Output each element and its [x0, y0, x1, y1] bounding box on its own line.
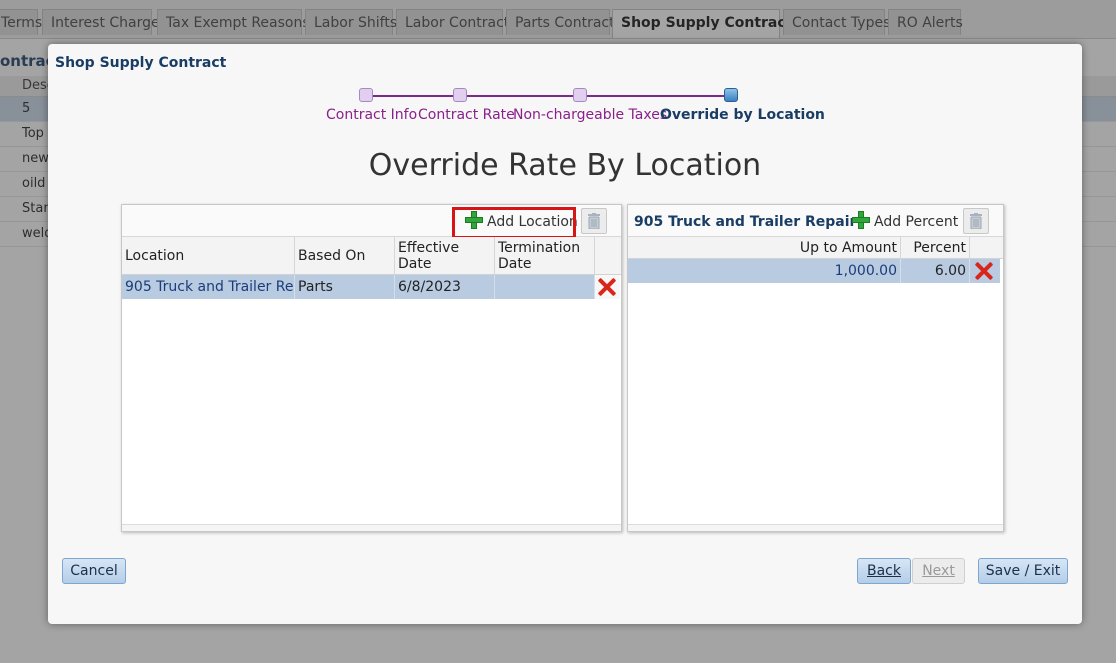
highlight-box: [452, 207, 576, 239]
column-header-based-on[interactable]: Based On: [295, 237, 395, 274]
plus-icon: [852, 211, 870, 229]
next-button[interactable]: Next: [912, 558, 965, 584]
save-exit-button[interactable]: Save / Exit: [978, 558, 1068, 584]
step-contract-info[interactable]: Contract Info: [326, 107, 417, 123]
rate-panel-toolbar: 905 Truck and Trailer Repair Add Percent: [628, 205, 1003, 237]
row-actions-cell: [595, 275, 620, 299]
table-row[interactable]: 905 Truck and Trailer Re... Parts 6/8/20…: [122, 275, 620, 299]
cancel-button[interactable]: Cancel: [62, 558, 126, 584]
add-percent-label: Add Percent: [874, 214, 959, 230]
based-on-cell[interactable]: Parts: [295, 275, 395, 299]
step-contract-rate-marker[interactable]: [453, 88, 467, 102]
back-button-label: Back: [867, 563, 901, 579]
rate-panel-title: 905 Truck and Trailer Repair: [634, 214, 857, 230]
location-grid-header: Location Based On Effective Date Termina…: [122, 237, 621, 275]
delete-percent-button[interactable]: [963, 208, 989, 234]
termination-date-cell[interactable]: [495, 275, 595, 299]
delete-row-icon[interactable]: [975, 262, 993, 280]
rate-grid-header: Up to Amount Percent: [628, 237, 1003, 259]
step-override-by-location[interactable]: Override by Location: [660, 107, 825, 123]
column-header-up-to-amount[interactable]: Up to Amount: [628, 237, 901, 258]
percent-cell[interactable]: 6.00: [901, 259, 970, 283]
location-panel-footer: [122, 524, 621, 531]
step-non-chargeable-taxes-marker[interactable]: [573, 88, 587, 102]
column-header-location[interactable]: Location: [122, 237, 295, 274]
step-non-chargeable-taxes[interactable]: Non-chargeable Taxes: [513, 107, 667, 123]
step-contract-info-marker[interactable]: [359, 88, 373, 102]
delete-row-icon[interactable]: [598, 278, 616, 296]
shop-supply-contract-dialog: Shop Supply Contract Contract Info Contr…: [48, 44, 1082, 624]
page-heading: Override Rate By Location: [368, 148, 762, 183]
location-panel-toolbar: Add Location: [122, 205, 621, 239]
add-percent-button[interactable]: Add Percent: [852, 210, 958, 234]
column-header-percent[interactable]: Percent: [901, 237, 970, 258]
back-button[interactable]: Back: [857, 558, 911, 584]
up-to-amount-cell[interactable]: 1,000.00: [628, 259, 901, 283]
row-actions-cell: [970, 259, 1000, 283]
step-contract-rate[interactable]: Contract Rate: [418, 107, 515, 123]
column-header-termination-date[interactable]: Termination Date: [495, 237, 595, 274]
column-header-actions: [595, 237, 620, 274]
column-header-effective-date[interactable]: Effective Date: [395, 237, 495, 274]
trash-icon: [970, 213, 982, 229]
trash-icon: [588, 213, 600, 229]
rate-panel-footer: [628, 524, 1003, 531]
location-cell[interactable]: 905 Truck and Trailer Re...: [122, 275, 295, 299]
effective-date-cell[interactable]: 6/8/2023: [395, 275, 495, 299]
rate-override-panel: 905 Truck and Trailer Repair Add Percent…: [627, 204, 1004, 532]
step-override-by-location-marker[interactable]: [724, 88, 738, 102]
column-header-actions: [970, 237, 1000, 258]
dialog-title: Shop Supply Contract: [55, 55, 227, 71]
table-row[interactable]: 1,000.00 6.00: [628, 259, 1000, 283]
next-button-label: Next: [922, 563, 955, 579]
delete-location-button[interactable]: [581, 208, 607, 234]
wizard-progress-line: [373, 95, 724, 97]
location-override-panel: Add Location Location Based On Effective…: [121, 204, 622, 532]
